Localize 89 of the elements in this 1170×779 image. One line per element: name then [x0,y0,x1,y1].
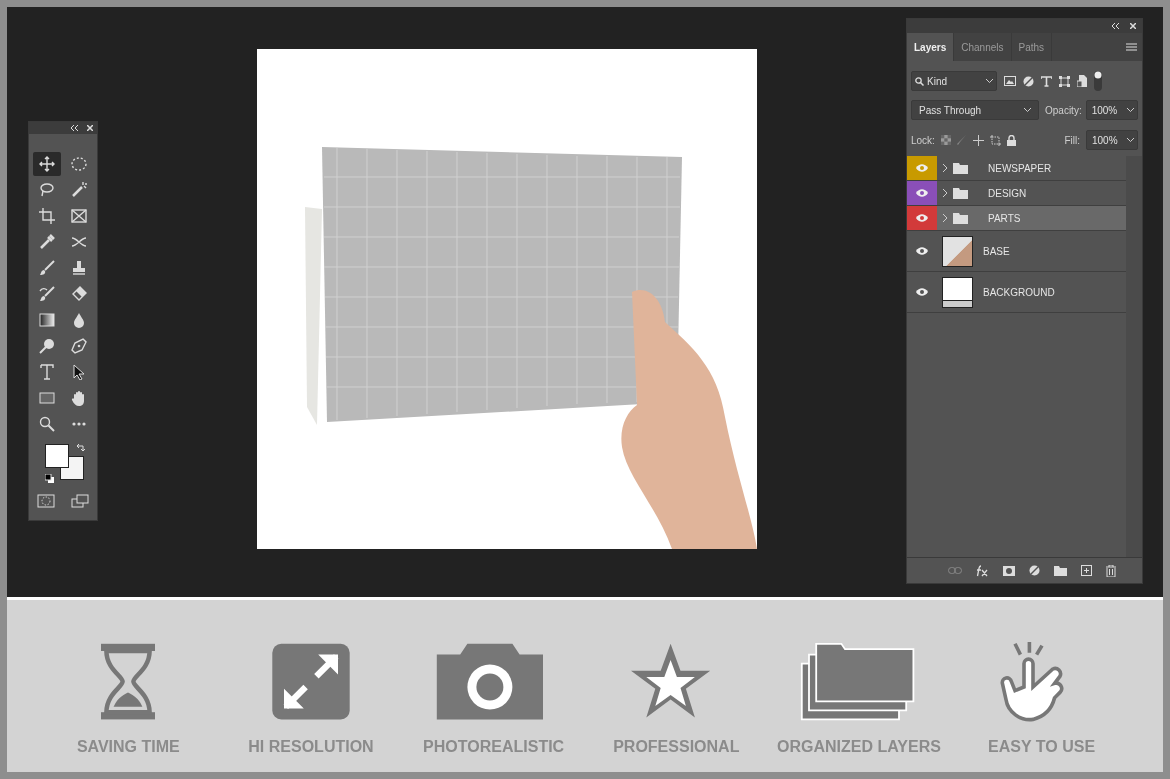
eye-icon[interactable] [916,247,928,255]
eraser-icon [71,286,87,302]
layer-row[interactable]: NEWSPAPER [907,156,1126,181]
chevron-icon[interactable] [943,214,947,222]
smart-object-filter-icon[interactable] [1077,75,1087,87]
eye-icon[interactable] [916,288,928,296]
layer-name: BACKGROUND [983,285,1055,300]
close-icon[interactable] [1130,23,1136,29]
hand-icon [71,390,87,406]
opacity-field[interactable]: 100% [1085,100,1138,120]
chevron-icon[interactable] [943,164,947,172]
shape-filter-icon[interactable] [1059,75,1070,87]
panel-tab[interactable]: Paths [1011,33,1053,61]
pen-nib-icon [71,338,87,354]
eye-icon[interactable] [916,214,928,222]
filter-dropdown[interactable]: Kind [911,71,997,91]
eye-icon[interactable] [916,189,928,197]
feature-label: ORGANIZED LAYERS [777,737,941,757]
close-icon[interactable] [87,125,93,131]
magic-wand-icon [71,182,87,198]
folder-icon[interactable] [1054,565,1067,576]
blend-mode-dropdown[interactable]: Pass Through [911,100,1039,120]
fill-label: Fill: [1064,133,1080,148]
collapse-icon[interactable] [71,125,79,131]
drop-icon [71,312,87,328]
search-icon [915,76,924,86]
feature-label: SAVING TIME [76,737,180,757]
type-icon [39,364,55,380]
crossing-arrows-icon [71,234,87,250]
move-arrows-tool-button[interactable] [33,152,61,176]
lasso-icon [39,182,55,198]
folder-icon [953,162,968,174]
artboard-icon[interactable] [989,134,1001,146]
caret-icon [986,79,993,83]
lock-transparency-icon[interactable] [940,135,951,145]
eyedropper-icon [39,234,55,250]
layer-thumbnail [942,235,973,267]
move-arrows-icon[interactable] [972,134,984,146]
quick-mask-icon[interactable] [37,494,55,508]
layer-thumbnail [942,276,973,308]
gradient-icon [39,312,55,328]
fx-icon[interactable] [976,564,989,577]
history-brush-icon [39,286,55,302]
stamp-icon [71,260,87,276]
layer-row[interactable]: PARTS [907,206,1126,231]
folder-icon [953,187,968,199]
layer-name: NEWSPAPER [988,161,1052,176]
trash-icon[interactable] [1106,564,1116,577]
panel-menu-icon[interactable] [1126,43,1137,51]
adjustment-filter-icon[interactable] [1023,75,1034,87]
default-colors-icon[interactable] [45,474,54,483]
caret-icon [1127,138,1134,142]
caret-icon [1024,108,1031,112]
rectangle-icon [39,390,55,406]
dodge-icon [39,338,55,354]
caret-icon [1126,108,1134,112]
panel-tab[interactable]: Channels [954,33,1012,61]
color-swatches[interactable] [45,444,84,480]
paintbrush-icon [39,260,55,276]
type-filter-icon[interactable] [1041,75,1052,87]
collapse-icon[interactable] [1112,23,1120,29]
magnifier-icon [39,416,55,432]
dashed-ellipse-icon [71,156,87,172]
swap-colors-icon[interactable] [77,443,86,452]
crop-icon [39,208,55,224]
feature-label: EASY TO USE [988,737,1096,757]
panel-tab[interactable]: Layers [907,33,955,61]
layer-row[interactable]: DESIGN [907,181,1126,206]
feature-label: PHOTOREALISTIC [423,737,565,757]
mask-icon[interactable] [1003,565,1015,576]
layer-name: PARTS [988,211,1021,226]
layer-name: DESIGN [988,186,1027,201]
pixel-layer-filter-icon[interactable] [1004,76,1016,86]
move-arrows-icon [39,156,55,172]
screen-mode-icon[interactable] [71,494,89,508]
fill-field[interactable]: 100% [1086,130,1138,150]
feature-label: HI RESOLUTION [248,737,374,757]
adjustment-layer-icon[interactable] [1029,565,1040,576]
chevron-icon[interactable] [943,189,947,197]
lock-label: Lock: [911,133,935,148]
padlock-icon[interactable] [1006,134,1016,146]
arrow-pointer-icon [71,364,87,380]
new-layer-icon[interactable] [1081,565,1092,576]
opacity-label: Opacity: [1045,103,1082,118]
frame-icon [71,208,87,224]
layer-name: BASE [983,244,1010,259]
feature-label: PROFESSIONAL [613,737,740,757]
filter-toggle-icon[interactable] [1094,71,1102,91]
folder-icon [953,212,968,224]
